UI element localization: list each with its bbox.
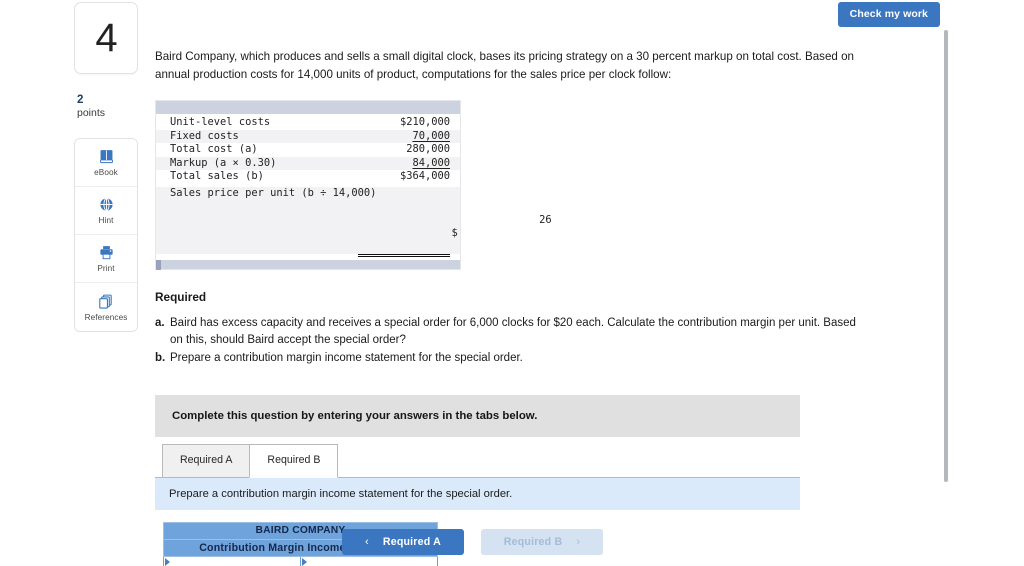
vertical-scrollbar-thumb[interactable] <box>944 30 948 482</box>
widget-tabs: Required A Required B <box>155 443 800 478</box>
exhibit-bottom-scrollbar[interactable] <box>156 259 460 271</box>
main-content: Baird Company, which produces and sells … <box>155 0 860 566</box>
exhibit-row-value: 280,000 <box>406 143 450 156</box>
left-rail: 4 2 points eBook Hint Print References <box>74 2 138 333</box>
tool-hint-label: Hint <box>98 216 114 226</box>
widget-subbanner: Prepare a contribution margin income sta… <box>155 476 800 510</box>
widget-instruction-banner: Complete this question by entering your … <box>155 394 800 437</box>
exhibit-row-label: Total sales (b) <box>170 170 264 183</box>
exhibit-row-value: $210,000 <box>399 116 450 129</box>
cost-computation-exhibit: Unit-level costs $210,000 Fixed costs 70… <box>155 100 552 271</box>
required-item-marker: a. <box>155 317 165 330</box>
exhibit-row-label: Total cost (a) <box>170 143 258 156</box>
exhibit-row-label: Sales price per unit (b ÷ 14,000) <box>170 186 377 199</box>
tool-stack: eBook Hint Print References <box>74 138 138 333</box>
cell-caret-icon <box>165 557 170 566</box>
tool-references[interactable]: References <box>75 283 137 332</box>
exhibit-row-value: 84,000 <box>412 156 450 169</box>
tool-print[interactable]: Print <box>75 235 137 284</box>
question-stem: Baird Company, which produces and sells … <box>155 50 854 81</box>
question-number-box: 4 <box>74 2 138 74</box>
required-item-text: Prepare a contribution margin income sta… <box>170 351 523 364</box>
required-item-text: Baird has excess capacity and receives a… <box>170 317 856 347</box>
required-heading: Required <box>155 290 207 305</box>
nav-prev-label: Required A <box>382 536 441 548</box>
question-number: 4 <box>95 16 117 60</box>
printer-icon <box>98 244 115 261</box>
exhibit-row-label: Fixed costs <box>170 129 239 142</box>
chevron-left-icon: ‹ <box>365 536 369 548</box>
exhibit-row: Unit-level costs $210,000 <box>156 116 460 130</box>
widget-nav-buttons: ‹ Required A Required B › <box>342 529 603 555</box>
tab-required-a[interactable]: Required A <box>162 443 251 478</box>
required-item-a: a. Baird has excess capacity and receive… <box>155 315 860 350</box>
exhibit-row: Total cost (a) 280,000 <box>156 143 460 157</box>
cell-caret-icon <box>302 557 307 566</box>
answer-value-cell-1[interactable] <box>300 555 438 566</box>
exhibit-row-label: Unit-level costs <box>170 116 271 129</box>
book-icon <box>98 148 115 165</box>
globe-icon <box>98 196 115 213</box>
question-page: 4 2 points eBook Hint Print References C… <box>0 0 1024 566</box>
exhibit-row-amount: 26 <box>539 213 552 226</box>
exhibit-row: Fixed costs 70,000 <box>156 129 460 144</box>
required-item-marker: b. <box>155 351 166 364</box>
exhibit-row-value: 70,000 <box>412 129 450 142</box>
tool-references-label: References <box>84 312 128 322</box>
nav-next-label: Required B <box>503 536 563 548</box>
nav-prev-required-a-button[interactable]: ‹ Required A <box>342 529 464 555</box>
exhibit-top-bar <box>156 101 460 115</box>
exhibit-row: Markup (a × 0.30) 84,000 <box>156 156 460 171</box>
table-row <box>163 555 438 566</box>
answer-label-cell-1[interactable] <box>163 555 301 566</box>
points-value: 2 <box>77 94 84 106</box>
exhibit-body: Unit-level costs $210,000 Fixed costs 70… <box>156 114 552 259</box>
tool-hint[interactable]: Hint <box>75 187 137 236</box>
exhibit-row-value: $26 <box>376 187 552 255</box>
exhibit-double-rule <box>358 254 450 258</box>
tool-ebook[interactable]: eBook <box>75 139 137 188</box>
points-label: points <box>77 107 106 120</box>
tool-print-label: Print <box>97 264 115 274</box>
exhibit-row-label: Markup (a × 0.30) <box>170 156 277 169</box>
exhibit-row: Sales price per unit (b ÷ 14,000) $26 <box>156 186 552 255</box>
required-list: a. Baird has excess capacity and receive… <box>155 315 860 367</box>
tab-required-b[interactable]: Required B <box>249 443 339 478</box>
exhibit-currency-symbol: $ <box>451 227 458 240</box>
tool-ebook-label: eBook <box>94 168 118 178</box>
exhibit-row: Total sales (b) $364,000 <box>156 170 460 184</box>
required-item-b: b. Prepare a contribution margin income … <box>155 350 860 367</box>
chevron-right-icon: › <box>576 536 581 548</box>
points-block: 2 points <box>74 94 138 120</box>
pages-icon <box>98 293 115 310</box>
nav-next-required-b-button[interactable]: Required B › <box>481 529 603 555</box>
exhibit-row-value: $364,000 <box>399 170 450 183</box>
